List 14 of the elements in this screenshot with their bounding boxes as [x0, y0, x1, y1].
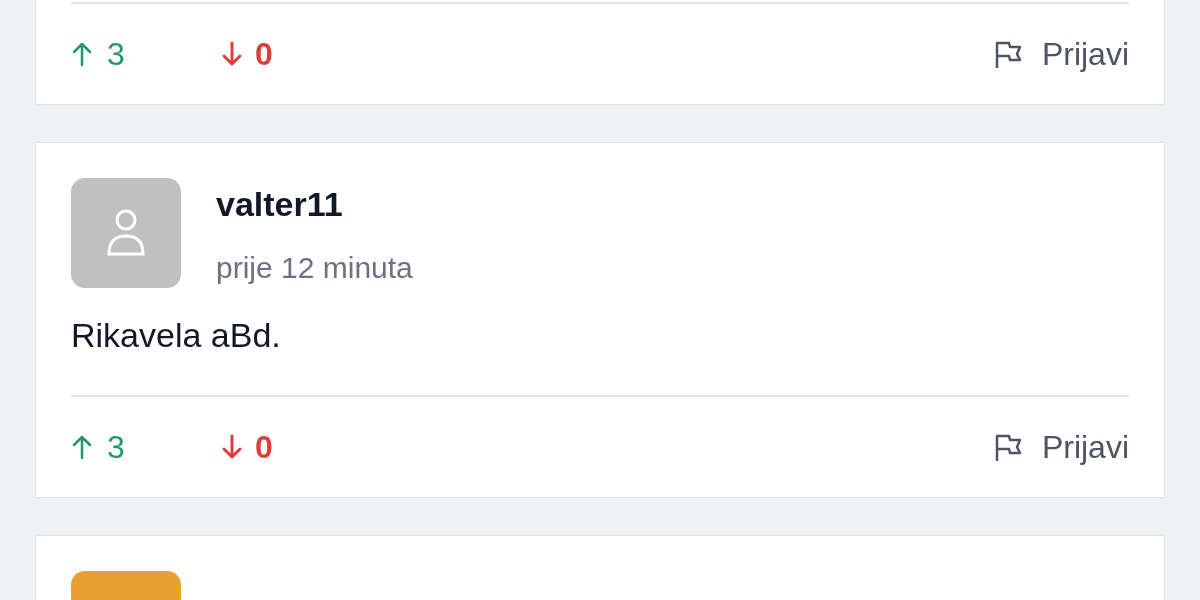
- arrow-up-icon: [71, 41, 93, 67]
- upvote-button[interactable]: 3: [71, 30, 221, 78]
- arrow-down-icon: [221, 41, 243, 67]
- timestamp: prije 12 minuta: [216, 250, 413, 286]
- report-button[interactable]: Prijavi: [991, 423, 1129, 471]
- user-icon: [106, 208, 146, 258]
- comment-text: Rikavela aBd.: [71, 315, 282, 355]
- upvote-button[interactable]: 3: [71, 423, 221, 471]
- username: valter11: [216, 184, 344, 224]
- downvote-button[interactable]: 0: [221, 423, 273, 471]
- arrow-up-icon: [71, 434, 93, 460]
- arrow-down-icon: [221, 434, 243, 460]
- report-button[interactable]: Prijavi: [991, 30, 1129, 78]
- downvote-button[interactable]: 0: [221, 30, 273, 78]
